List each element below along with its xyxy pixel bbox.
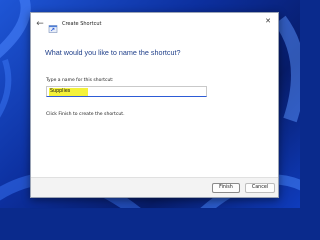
create-shortcut-dialog: ← Create Shortcut ✕ What would you like …: [30, 12, 279, 198]
shortcut-name-input[interactable]: Supplies: [46, 86, 207, 97]
dialog-title: Create Shortcut: [62, 21, 102, 27]
close-icon[interactable]: ✕: [263, 16, 273, 26]
dialog-titlebar: ← Create Shortcut ✕: [31, 13, 278, 35]
shortcut-name-value: Supplies: [49, 88, 89, 96]
cancel-button[interactable]: Cancel: [245, 183, 275, 193]
name-field-label: Type a name for this shortcut:: [46, 78, 114, 83]
dialog-footer: Finish Cancel: [31, 177, 278, 197]
shortcut-icon: [48, 19, 58, 33]
dialog-heading: What would you like to name the shortcut…: [45, 48, 181, 57]
back-arrow-icon[interactable]: ←: [34, 19, 46, 29]
finish-hint-text: Click Finish to create the shortcut.: [46, 112, 125, 117]
finish-button[interactable]: Finish: [212, 183, 240, 193]
